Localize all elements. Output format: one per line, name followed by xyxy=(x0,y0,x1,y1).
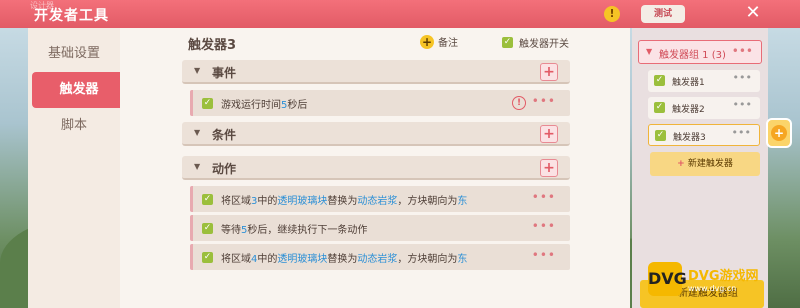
more-icon[interactable]: ••• xyxy=(732,126,751,139)
nav-item-scripts[interactable]: 脚本 xyxy=(28,108,120,144)
warning-icon[interactable]: ! xyxy=(512,96,526,110)
checkbox-icon[interactable]: ✓ xyxy=(502,37,513,48)
more-icon[interactable]: ••• xyxy=(733,71,752,84)
more-icon[interactable]: ••• xyxy=(532,94,556,108)
action-row[interactable]: ✓ 将区域4中的透明玻璃块替换为动态岩浆，方块朝向为东 ••• xyxy=(190,244,570,270)
note-button[interactable]: + 备注 xyxy=(420,34,458,49)
watermark-text: DVG游戏网 xyxy=(688,269,759,284)
test-button[interactable]: 测试 xyxy=(641,5,685,23)
side-add-button[interactable]: + xyxy=(766,118,792,148)
left-nav: 基础设置 触发器 脚本 xyxy=(28,28,126,308)
section-label: 条件 xyxy=(212,128,237,142)
more-icon[interactable]: ••• xyxy=(732,44,753,58)
trigger-item-label: 触发器2 xyxy=(672,105,705,115)
trigger-group[interactable]: ▼ 触发器组 1 (3) ••• xyxy=(638,40,762,64)
plus-icon: + xyxy=(420,34,434,49)
watermark-logo: DVG xyxy=(648,262,687,296)
section-actions[interactable]: ▼ 动作 + xyxy=(182,156,570,180)
section-events[interactable]: ▼ 事件 + xyxy=(182,60,570,84)
section-label: 动作 xyxy=(212,162,237,176)
trigger-item-label: 触发器3 xyxy=(673,133,706,143)
trigger-switch-label: 触发器开关 xyxy=(519,39,569,50)
event-row[interactable]: ✓ 游戏运行时间5秒后 ! ••• xyxy=(190,90,570,116)
editor-header: 触发器3 + 备注 ✓ 触发器开关 xyxy=(120,28,630,56)
collapse-icon[interactable]: ▼ xyxy=(194,162,200,171)
trigger-title: 触发器3 xyxy=(188,38,237,53)
action-row[interactable]: ✓ 将区域3中的透明玻璃块替换为动态岩浆，方块朝向为东 ••• xyxy=(190,186,570,212)
checkbox-icon[interactable]: ✓ xyxy=(654,75,665,86)
add-event-button[interactable]: + xyxy=(540,63,558,81)
plus-icon: + xyxy=(771,125,787,141)
checkbox-icon[interactable]: ✓ xyxy=(654,102,665,113)
new-trigger-button[interactable]: + 新建触发器 xyxy=(650,152,760,176)
action-text: 将区域4中的透明玻璃块替换为动态岩浆，方块朝向为东 xyxy=(221,254,468,265)
note-label: 备注 xyxy=(438,38,458,49)
plus-icon: + xyxy=(677,159,688,169)
trigger-item[interactable]: ✓ 触发器1 ••• xyxy=(648,70,760,92)
more-icon[interactable]: ••• xyxy=(532,248,556,262)
more-icon[interactable]: ••• xyxy=(532,219,556,233)
action-text: 等待5秒后，继续执行下一条动作 xyxy=(221,225,368,236)
watermark: DVG DVG游戏网 www.dvg.cn xyxy=(648,262,759,296)
section-conditions[interactable]: ▼ 条件 + xyxy=(182,122,570,146)
watermark-url: www.dvg.cn xyxy=(688,284,737,293)
trigger-switch[interactable]: ✓ 触发器开关 xyxy=(502,35,569,50)
trigger-item-label: 触发器1 xyxy=(672,78,705,88)
trigger-editor: 触发器3 + 备注 ✓ 触发器开关 ▼ 事件 + ✓ 游戏运行时间5秒后 ! •… xyxy=(120,28,630,308)
checkbox-icon[interactable]: ✓ xyxy=(202,252,213,263)
nav-item-basic-settings[interactable]: 基础设置 xyxy=(28,36,120,72)
collapse-icon[interactable]: ▼ xyxy=(194,66,200,75)
collapse-icon[interactable]: ▼ xyxy=(646,47,652,56)
checkbox-icon[interactable]: ✓ xyxy=(202,223,213,234)
info-icon[interactable]: ! xyxy=(604,6,620,22)
trigger-group-label: 触发器组 1 (3) xyxy=(659,50,726,61)
close-icon[interactable]: ✕ xyxy=(742,2,764,24)
action-text: 将区域3中的透明玻璃块替换为动态岩浆，方块朝向为东 xyxy=(221,196,468,207)
checkbox-icon[interactable]: ✓ xyxy=(655,130,666,141)
new-trigger-label: 新建触发器 xyxy=(687,159,733,169)
page-title: 开发者工具 xyxy=(34,8,109,24)
checkbox-icon[interactable]: ✓ xyxy=(202,194,213,205)
nav-item-triggers[interactable]: 触发器 xyxy=(32,72,126,108)
section-label: 事件 xyxy=(212,66,237,80)
trigger-item-selected[interactable]: ✓ 触发器3 ••• xyxy=(648,124,760,146)
checkbox-icon[interactable]: ✓ xyxy=(202,98,213,109)
add-condition-button[interactable]: + xyxy=(540,125,558,143)
more-icon[interactable]: ••• xyxy=(532,190,556,204)
more-icon[interactable]: ••• xyxy=(733,98,752,111)
action-row[interactable]: ✓ 等待5秒后，继续执行下一条动作 ••• xyxy=(190,215,570,241)
top-bar: 设计器 开发者工具 ! 测试 ✕ xyxy=(0,0,800,28)
event-text: 游戏运行时间5秒后 xyxy=(221,100,308,111)
collapse-icon[interactable]: ▼ xyxy=(194,128,200,137)
trigger-item[interactable]: ✓ 触发器2 ••• xyxy=(648,97,760,119)
add-action-button[interactable]: + xyxy=(540,159,558,177)
